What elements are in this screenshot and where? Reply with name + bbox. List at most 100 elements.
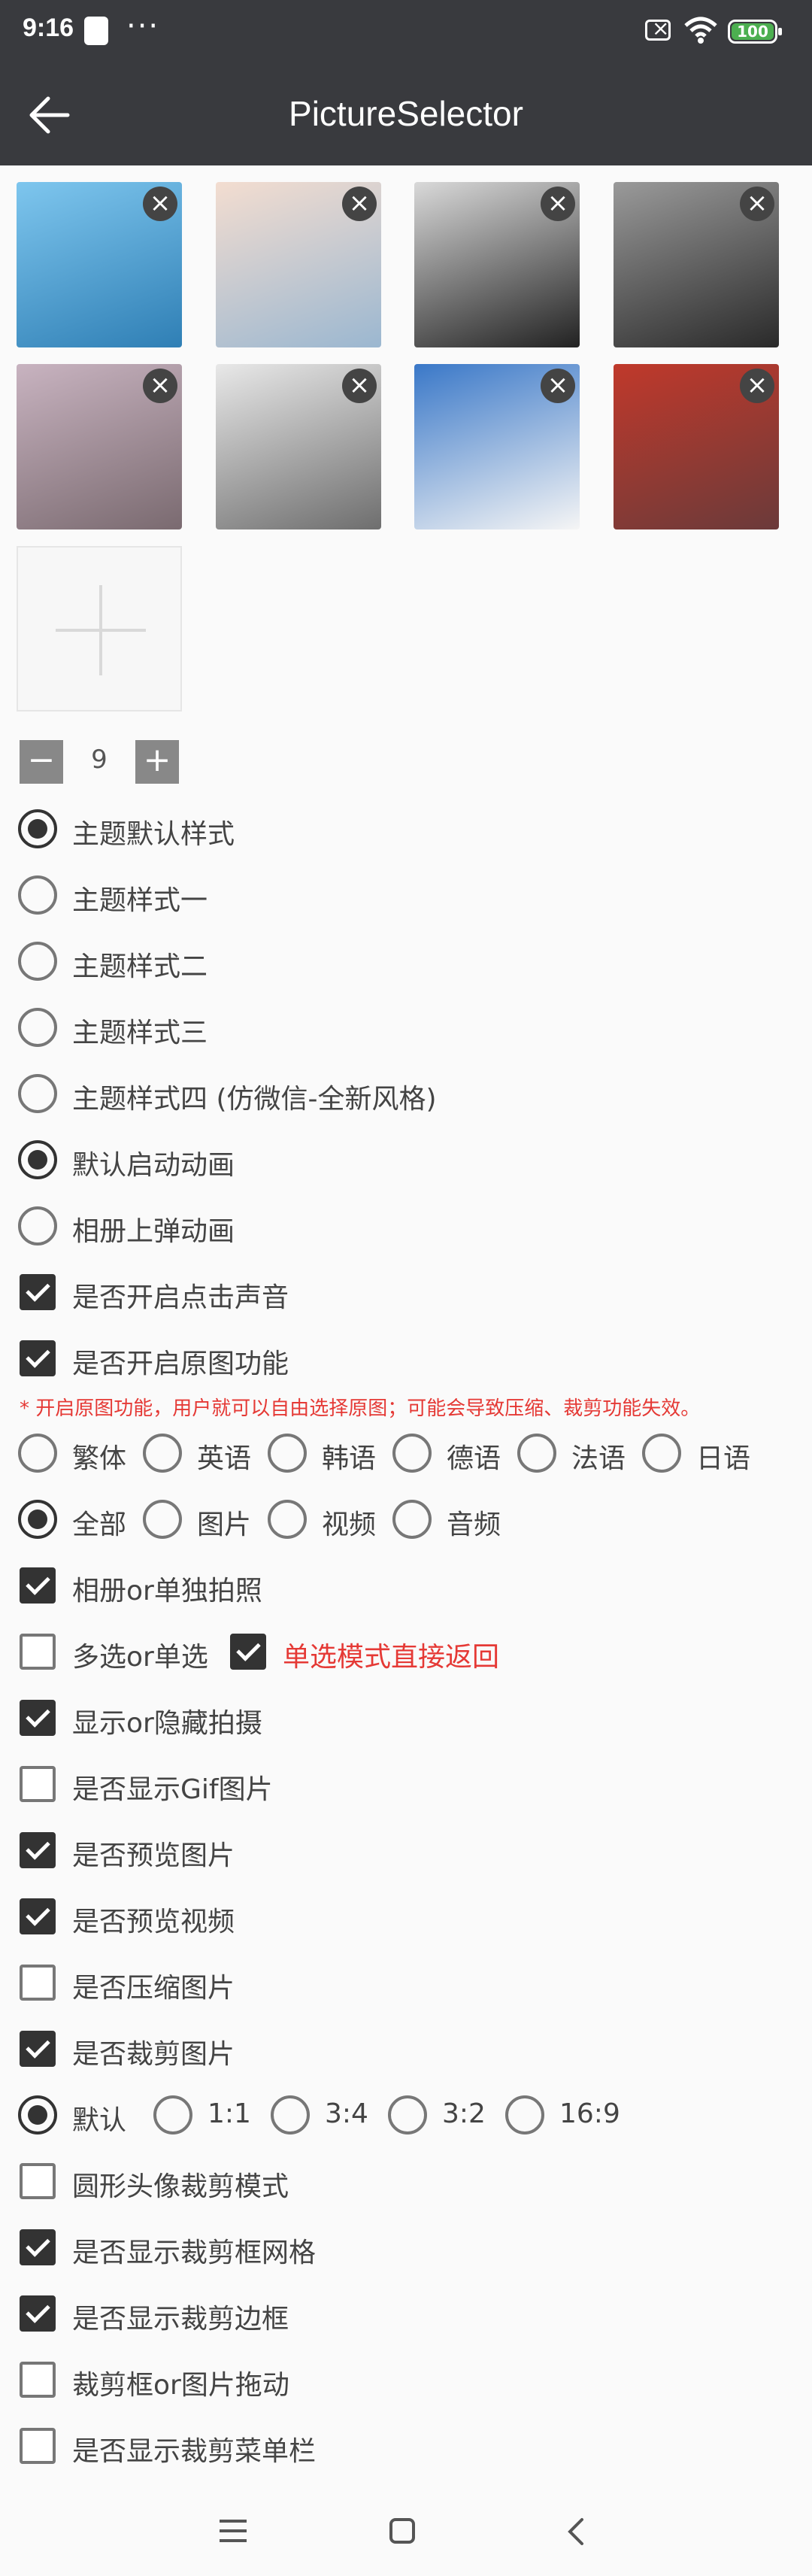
photo-thumbnail[interactable]: × [17,182,182,347]
battery-level: 100 [732,23,774,40]
radio-button[interactable] [505,2095,544,2135]
option-label: 德语 [447,1443,501,1474]
radio-button[interactable] [517,1434,556,1473]
option-label: 是否显示裁剪框网格 [72,2238,317,2268]
option-label: 3:4 [325,2098,368,2129]
radio-button[interactable] [18,942,57,981]
option-label: 韩语 [322,1443,377,1474]
home-icon[interactable] [389,2518,415,2544]
option-label: 是否裁剪图片 [72,2039,235,2070]
delete-image-icon[interactable]: × [740,187,774,221]
radio-button[interactable] [388,2095,427,2135]
option-label: 是否显示裁剪边框 [72,2304,289,2335]
app-toolbar: PictureSelector [0,63,812,165]
option-label: 是否显示裁剪菜单栏 [72,2436,317,2467]
photo-thumbnail[interactable]: × [414,364,580,529]
option-label: 日语 [696,1443,751,1474]
increase-count-button[interactable]: + [135,740,179,784]
option-label: 16:9 [559,2098,620,2129]
delete-image-icon[interactable]: × [342,187,377,221]
radio-button[interactable] [18,809,57,848]
photo-thumbnail[interactable]: × [414,182,580,347]
decrease-count-button[interactable]: − [20,740,63,784]
battery-icon: 100 [728,20,782,44]
radio-button[interactable] [268,1500,307,1539]
radio-button[interactable] [18,1206,57,1246]
option-label: 法语 [571,1443,626,1474]
option-label: 是否预览视频 [72,1907,235,1937]
option-label: 1:1 [208,2098,251,2129]
checkbox[interactable] [20,1567,56,1604]
checkbox[interactable] [20,1832,56,1868]
delete-image-icon[interactable]: × [342,369,377,403]
radio-button[interactable] [18,1500,57,1539]
radio-button[interactable] [18,1074,57,1113]
photo-thumbnail[interactable]: × [614,182,779,347]
radio-button[interactable] [153,2095,192,2135]
radio-button[interactable] [392,1500,432,1539]
more-notifications-icon: ··· [126,9,160,44]
checkbox[interactable] [20,2295,56,2332]
radio-button[interactable] [642,1434,681,1473]
checkbox[interactable] [20,2163,56,2199]
radio-button[interactable] [143,1500,182,1539]
radio-button[interactable] [18,1140,57,1179]
radio-button[interactable] [271,2095,310,2135]
checkbox[interactable] [20,1340,56,1376]
option-label: 视频 [322,1509,377,1540]
checkbox[interactable] [20,2362,56,2398]
checkbox[interactable] [20,2428,56,2464]
checkbox[interactable] [230,1634,266,1670]
photo-thumbnail[interactable]: × [216,364,381,529]
back-icon[interactable] [567,2517,585,2547]
option-label: 主题样式一 [72,885,208,916]
option-label: 主题样式三 [72,1018,208,1048]
photo-thumbnail[interactable]: × [216,182,381,347]
original-image-warning: * 开启原图功能，用户就可以自由选择原图；可能会导致压缩、裁剪功能失效。 [20,1397,701,1420]
checkbox[interactable] [20,1274,56,1310]
option-label: 默认 [72,2105,127,2136]
checkbox[interactable] [20,1965,56,2001]
option-label: 主题默认样式 [72,819,235,850]
option-label: 多选or单选 [72,1642,208,1673]
option-label: 单选模式直接返回 [283,1642,500,1673]
delete-image-icon[interactable]: × [143,369,177,403]
option-label: 裁剪框or图片拖动 [72,2370,289,2401]
option-label: 是否显示Gif图片 [72,1774,273,1805]
radio-button[interactable] [18,1008,57,1047]
radio-button[interactable] [143,1434,182,1473]
max-count-value: 9 [91,745,108,775]
option-label: 是否开启原图功能 [72,1349,289,1379]
wifi-icon [684,17,717,44]
option-label: 是否压缩图片 [72,1973,235,2004]
option-label: 音频 [447,1509,501,1540]
no-sim-icon [645,16,671,41]
option-label: 3:2 [442,2098,486,2129]
option-label: 默认启动动画 [72,1150,235,1181]
radio-button[interactable] [18,1434,57,1473]
page-title: PictureSelector [289,94,523,133]
delete-image-icon[interactable]: × [541,187,575,221]
option-label: 显示or隐藏拍摄 [72,1708,262,1739]
delete-image-icon[interactable]: × [541,369,575,403]
photo-thumbnail[interactable]: × [17,364,182,529]
checkbox[interactable] [20,2229,56,2265]
system-navigation-bar [0,2490,812,2576]
option-label: 相册上弹动画 [72,1216,235,1247]
radio-button[interactable] [268,1434,307,1473]
radio-button[interactable] [392,1434,432,1473]
option-label: 主题样式二 [72,951,208,982]
delete-image-icon[interactable]: × [143,187,177,221]
add-image-button[interactable] [17,546,182,712]
delete-image-icon[interactable]: × [740,369,774,403]
checkbox[interactable] [20,1766,56,1802]
menu-icon[interactable] [220,2520,247,2542]
radio-button[interactable] [18,875,57,915]
checkbox[interactable] [20,2031,56,2067]
checkbox[interactable] [20,1898,56,1934]
checkbox[interactable] [20,1634,56,1670]
option-label: 英语 [197,1443,252,1474]
checkbox[interactable] [20,1700,56,1736]
radio-button[interactable] [18,2095,57,2135]
photo-thumbnail[interactable]: × [614,364,779,529]
